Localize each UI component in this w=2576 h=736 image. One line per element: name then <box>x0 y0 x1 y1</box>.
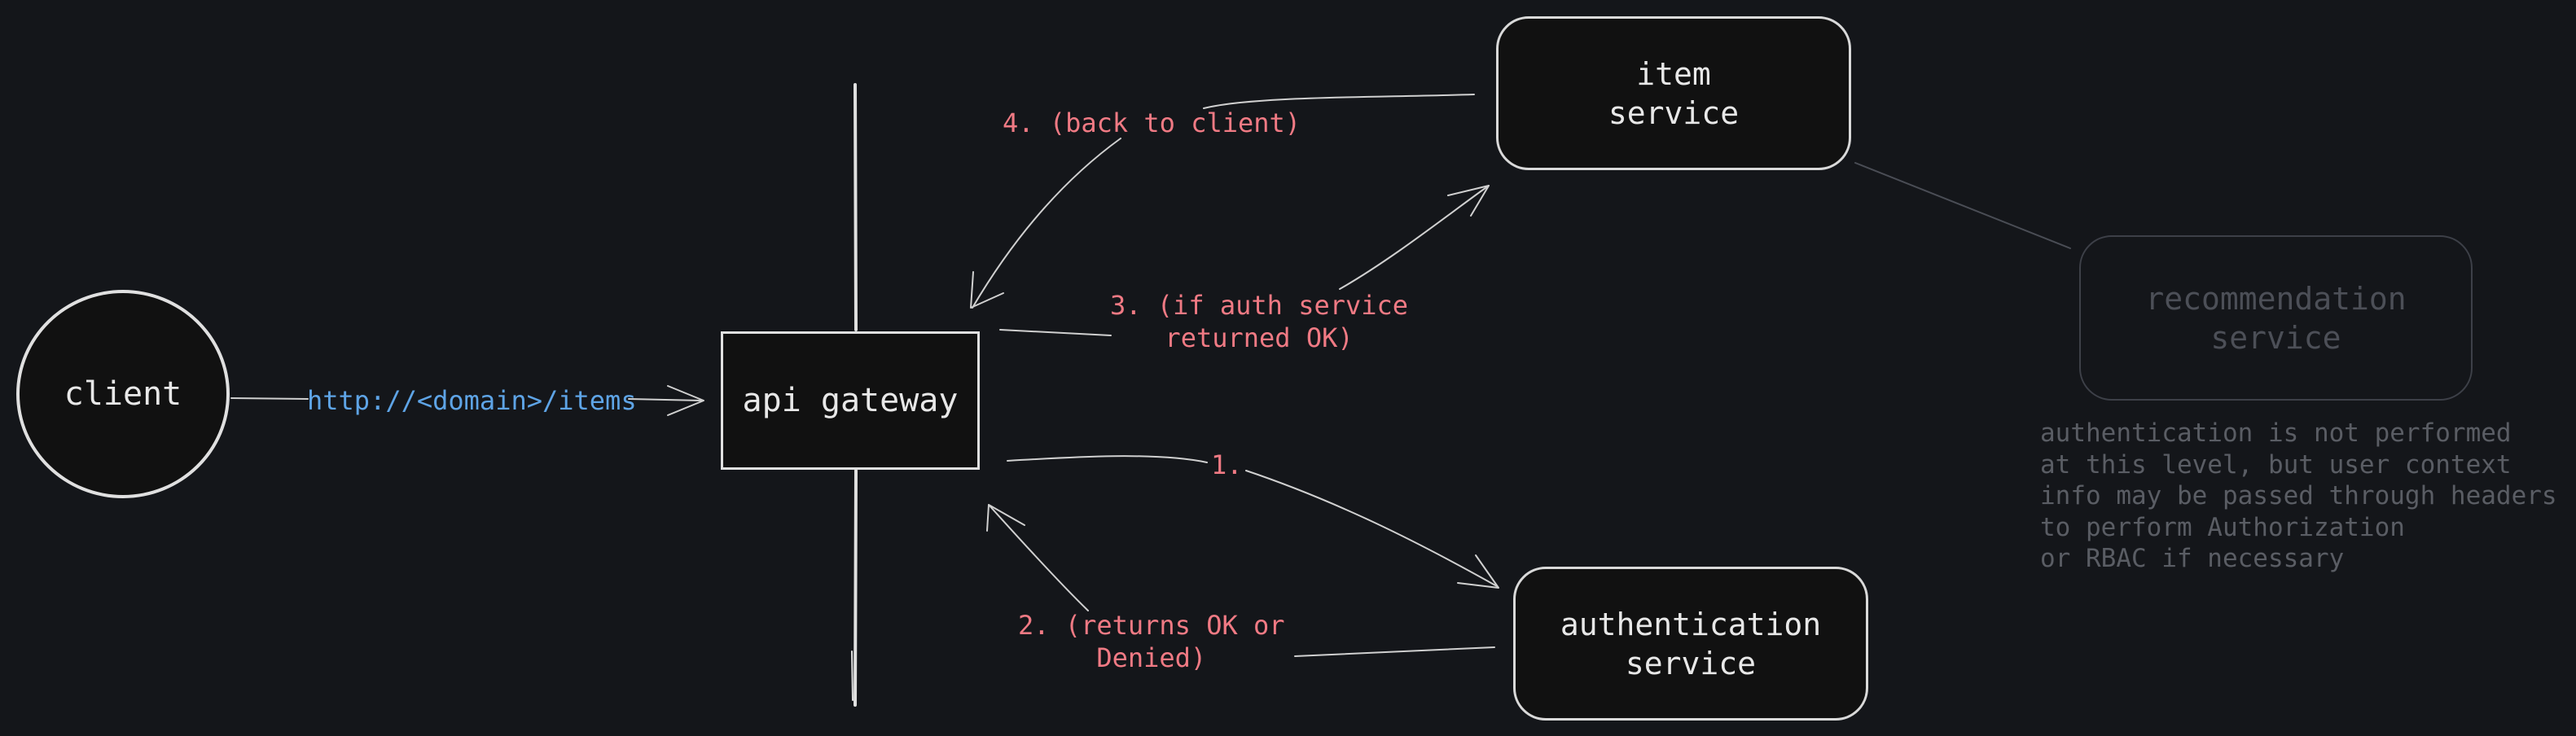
api-gateway-node: api gateway <box>721 331 980 470</box>
client-node: client <box>16 290 230 498</box>
gateway-boundary-line-tail <box>851 651 854 701</box>
recommendation-link <box>1854 162 2071 249</box>
recommendation-service-node: recommendation service <box>2079 235 2473 401</box>
item-service-node: item service <box>1496 16 1851 170</box>
authentication-service-node: authentication service <box>1513 567 1868 721</box>
step-4-label: 4. (back to client) <box>1003 107 1301 138</box>
step-1-label: 1. <box>1211 449 1243 480</box>
authorization-note: authentication is not performed at this … <box>2040 418 2557 573</box>
architecture-diagram: client api gateway item service authenti… <box>0 0 2576 736</box>
step-1-connector <box>1007 455 1498 587</box>
client-gateway-request-label: http://<domain>/items <box>307 385 637 416</box>
step-3-label: 3. (if auth service returned OK) <box>1110 290 1409 353</box>
step-2-label: 2. (returns OK or Denied) <box>1018 610 1285 673</box>
